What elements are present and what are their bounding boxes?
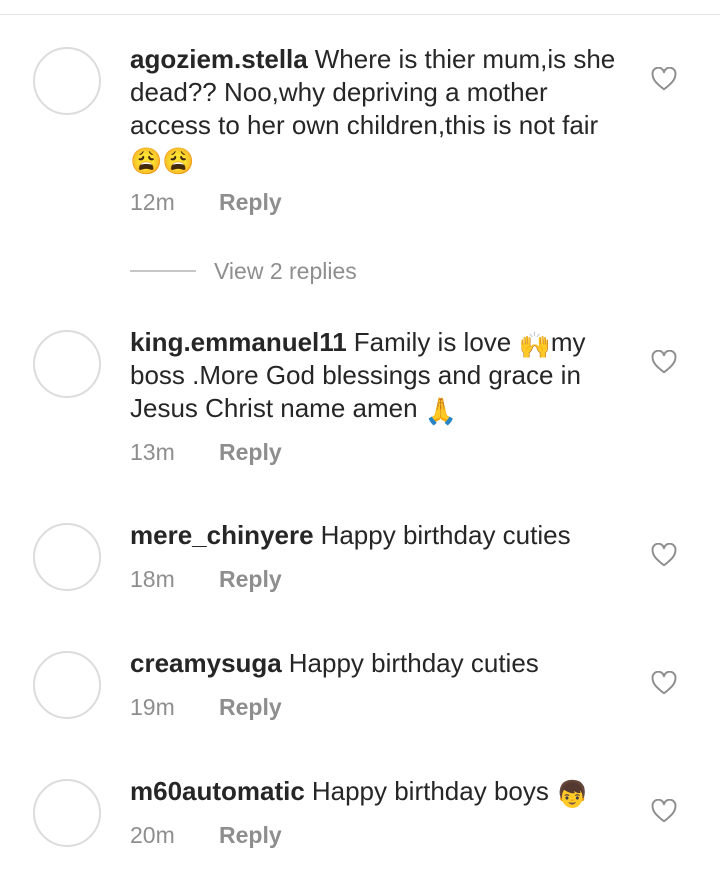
heart-outline-icon[interactable]	[651, 350, 677, 374]
avatar[interactable]	[33, 651, 101, 719]
comment-text: Happy birthday cuties	[288, 648, 539, 678]
comment-text: Happy birthday cuties	[320, 520, 571, 550]
comment-meta: 13m Reply	[130, 439, 282, 466]
comment-timestamp: 20m	[130, 822, 175, 848]
comment-text: Family is love	[353, 327, 519, 357]
avatar[interactable]	[33, 330, 101, 398]
comment-meta: 12m Reply	[130, 189, 282, 216]
comment-meta: 18m Reply	[130, 566, 282, 593]
comment-body: agoziem.stella Where is thier mum,is she …	[130, 43, 630, 175]
raising-hands-emoji: 🙌	[518, 330, 551, 360]
emoji: 😩😩	[130, 146, 195, 176]
comment-username[interactable]: agoziem.stella	[130, 44, 308, 74]
comment-text: Happy birthday boys	[311, 776, 557, 806]
comment-username[interactable]: king.emmanuel11	[130, 327, 347, 357]
view-replies-button[interactable]: View 2 replies	[130, 258, 357, 284]
boy-emoji: 👦	[556, 779, 589, 809]
reply-button[interactable]: Reply	[219, 694, 282, 720]
avatar[interactable]	[33, 779, 101, 847]
avatar[interactable]	[33, 523, 101, 591]
heart-outline-icon[interactable]	[651, 543, 677, 567]
comment-timestamp: 13m	[130, 439, 175, 465]
folded-hands-emoji: 🙏	[424, 396, 458, 426]
comment-username[interactable]: m60automatic	[130, 776, 305, 806]
comment-body: m60automatic Happy birthday boys 👦	[130, 775, 630, 808]
reply-button[interactable]: Reply	[219, 439, 282, 465]
comment-timestamp: 12m	[130, 189, 175, 215]
reply-button[interactable]: Reply	[219, 566, 282, 592]
comment-meta: 20m Reply	[130, 822, 282, 849]
avatar[interactable]	[33, 47, 101, 115]
comment-meta: 19m Reply	[130, 694, 282, 721]
comment-timestamp: 19m	[130, 694, 175, 720]
comment-body: creamysuga Happy birthday cuties	[130, 647, 630, 680]
heart-outline-icon[interactable]	[651, 799, 677, 823]
comment-body: mere_chinyere Happy birthday cuties	[130, 519, 630, 552]
view-replies-label: View 2 replies	[214, 257, 357, 284]
comment-username[interactable]: mere_chinyere	[130, 520, 314, 550]
heart-outline-icon[interactable]	[651, 67, 677, 91]
top-divider	[0, 14, 720, 15]
replies-divider	[130, 270, 196, 272]
heart-outline-icon[interactable]	[651, 671, 677, 695]
comment-username[interactable]: creamysuga	[130, 648, 282, 678]
comment-body: king.emmanuel11 Family is love 🙌my boss .…	[130, 326, 630, 425]
reply-button[interactable]: Reply	[219, 189, 282, 215]
comment-timestamp: 18m	[130, 566, 175, 592]
reply-button[interactable]: Reply	[219, 822, 282, 848]
